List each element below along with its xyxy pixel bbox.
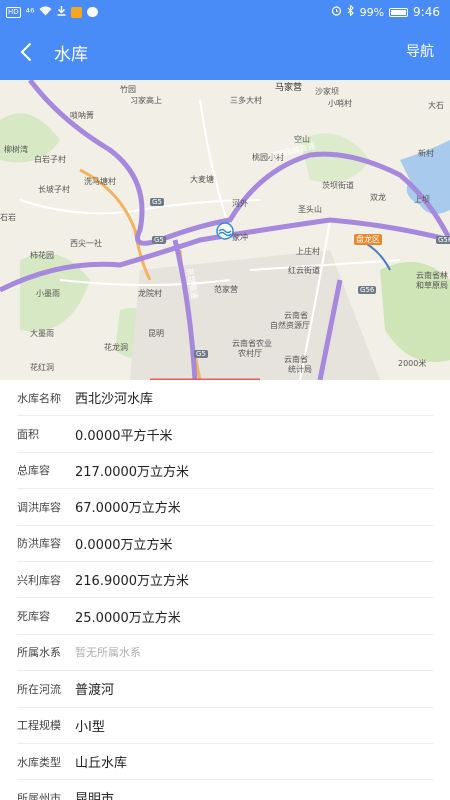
detail-row-water-system: 所属水系 暂无所属水系 (17, 635, 433, 672)
detail-row-flood-regulation-capacity: 调洪库容 67.0000万立方米 (17, 489, 433, 526)
highway-shield: G5 (150, 198, 164, 206)
detail-value: 0.0000万立方米 (75, 537, 173, 553)
map-label: 唢呐箐 (70, 111, 94, 120)
network-type: HD (6, 6, 21, 18)
detail-row-area: 面积 0.0000平方千米 (17, 416, 433, 453)
map-label: 茨坝街道 (322, 181, 354, 190)
detail-label: 调洪库容 (17, 500, 61, 514)
download-icon (57, 5, 66, 19)
district-badge: 盘龙区 (354, 234, 382, 245)
detail-label: 防洪库容 (17, 537, 61, 551)
map-label: 柳树湾 (4, 145, 28, 154)
detail-value: 山丘水库 (75, 756, 128, 772)
app-header: 水库 导航 (0, 24, 450, 80)
back-button[interactable] (2, 24, 50, 80)
map-label: 双龙 (370, 193, 386, 202)
signal-indicator: ⁴⁶ (25, 5, 35, 19)
status-bar: HD ⁴⁶ 99% 9:46 (0, 0, 450, 24)
detail-value: 217.0000万立方米 (75, 464, 190, 480)
battery-percent: 99% (359, 5, 385, 19)
scale-label: 2000米 (398, 359, 427, 368)
detail-row-river: 所在河流 普渡河 (17, 671, 433, 708)
map-label: 石岩 (0, 213, 16, 222)
map-label: 花龙洞 (104, 343, 128, 352)
detail-value: 67.0000万立方米 (75, 501, 181, 517)
map-label: 习家高上 (130, 96, 162, 105)
app-notification-icon (71, 6, 83, 18)
detail-label: 死库容 (17, 610, 50, 624)
alarm-icon (331, 5, 342, 19)
detail-row-name: 水库名称 西北沙河水库 (17, 380, 433, 417)
detail-value: 216.9000万立方米 (75, 574, 190, 590)
map-label: 河外 (232, 199, 248, 208)
reservoir-marker-icon[interactable] (215, 222, 235, 240)
detail-value: 西北沙河水库 (75, 392, 154, 408)
detail-row-reservoir-type: 水库类型 山丘水库 (17, 744, 433, 781)
map-label: 花红洞 (30, 363, 54, 372)
map-label: 长坡子村 (38, 185, 70, 194)
detail-label: 水库名称 (17, 391, 61, 405)
map-label: 农村厅 (238, 349, 262, 358)
wifi-icon (39, 6, 52, 19)
map-label: 自然资源厅 (270, 321, 310, 330)
detail-row-city: 所属州市 昆明市 (17, 780, 433, 800)
map-label: 红云街道 (288, 266, 320, 275)
navigate-button[interactable]: 导航 (406, 41, 434, 61)
map-label: 新村 (418, 149, 434, 158)
highway-shield: G5 (194, 350, 208, 358)
map-label: 上坝 (414, 195, 430, 204)
detail-label: 面积 (17, 428, 39, 442)
reservoir-detail-list: 水库名称 西北沙河水库 面积 0.0000平方千米 总库容 217.0000万立… (0, 380, 450, 800)
map-view[interactable]: 马家营 竹园 沙家坝 唢呐箐 习家高上 三多大村 小哨村 大石 柳树湾 白岩子村… (0, 80, 450, 380)
map-label: 马家营 (275, 83, 303, 93)
map-label: 和草原局 (416, 281, 448, 290)
page-title: 水库 (54, 44, 88, 65)
map-label: 大麦塘 (190, 175, 214, 184)
detail-row-usable-capacity: 兴利库容 216.9000万立方米 (17, 562, 433, 599)
detail-label: 工程规模 (17, 719, 61, 733)
detail-row-total-capacity: 总库容 217.0000万立方米 (17, 453, 433, 490)
map-label: 圣头山 (298, 205, 322, 214)
detail-value: 昆明市 (75, 792, 115, 800)
map-label: 统计局 (288, 365, 312, 374)
map-label: 竹园 (120, 85, 136, 94)
bluetooth-icon (347, 4, 355, 19)
map-label: 龙院村 (138, 289, 162, 298)
map-label: 范家营 (214, 285, 238, 294)
detail-label: 水库类型 (17, 755, 61, 769)
detail-value: 普渡河 (75, 683, 115, 699)
detail-row-project-scale: 工程规模 小I型 (17, 708, 433, 744)
detail-value: 0.0000平方千米 (75, 428, 173, 444)
map-label: 昆明 (148, 329, 164, 338)
detail-label: 总库容 (17, 464, 50, 478)
detail-row-dead-capacity: 死库容 25.0000万立方米 (17, 598, 433, 635)
chevron-left-icon (20, 43, 31, 61)
battery-icon (389, 7, 409, 17)
detail-label: 所属水系 (17, 646, 61, 660)
map-label: 西尖一社 (70, 239, 102, 248)
map-label: 白岩子村 (34, 155, 66, 164)
map-label: 小哨村 (328, 99, 352, 108)
map-label: 上庄村 (296, 247, 320, 256)
detail-row-flood-control-capacity: 防洪库容 0.0000万立方米 (17, 526, 433, 562)
detail-label: 所属州市 (17, 791, 61, 800)
highway-shield: G56 (436, 236, 450, 244)
highway-shield: G5 (152, 236, 166, 244)
detail-label: 兴利库容 (17, 573, 61, 587)
message-icon (87, 7, 99, 17)
detail-value: 暂无所属水系 (75, 646, 141, 660)
map-label: 柿花园 (30, 251, 54, 260)
map-label: 三多大村 (230, 96, 262, 105)
detail-value: 25.0000万立方米 (75, 610, 181, 626)
map-label: 沙家坝 (315, 87, 339, 96)
map-label: 大墨雨 (30, 329, 54, 338)
detail-label: 所在河流 (17, 682, 61, 696)
map-label: 小墨雨 (36, 289, 60, 298)
clock: 9:46 (413, 5, 440, 19)
map-label: 大石 (428, 101, 444, 110)
detail-value: 小I型 (75, 719, 105, 735)
highway-shield: G56 (358, 286, 377, 294)
map-label: 洗马塘村 (84, 177, 116, 186)
